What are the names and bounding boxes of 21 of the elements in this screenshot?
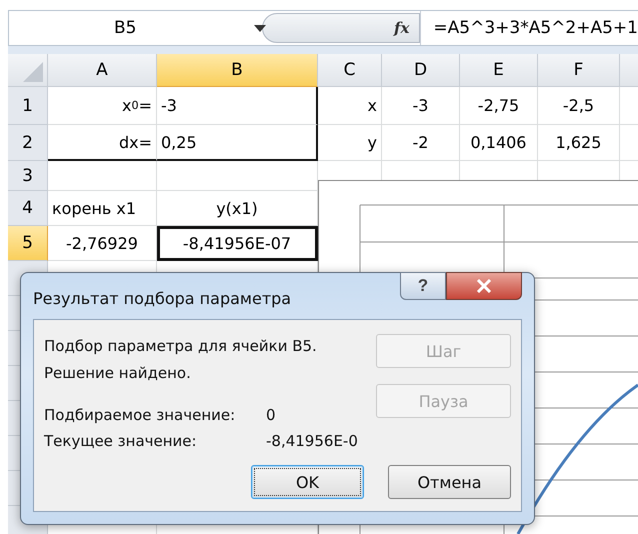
table-cell: -2 — [382, 125, 460, 161]
table-cell: -3 — [382, 87, 460, 125]
field-label: Подбираемое значение: — [44, 406, 236, 424]
message-text: Подбор параметра для ячейки B5. — [44, 336, 318, 357]
table-cell: 0,25 — [157, 125, 318, 161]
table-cell: dx= — [48, 125, 157, 161]
table-cell: корень x1 — [48, 191, 157, 226]
table-cell: -3 — [157, 87, 318, 125]
field-value: 0 — [266, 406, 276, 424]
field-label: Текущее значение: — [44, 432, 198, 450]
dialog-title: Результат подбора параметра — [33, 289, 292, 310]
table-cell: -2,75 — [460, 87, 538, 125]
table-cell: -8,41956E-07 — [157, 226, 318, 261]
table-cell: 0,1406 — [460, 125, 538, 161]
message-text: Решение найдено. — [44, 363, 192, 384]
field-value: -8,41956E-0 — [266, 432, 358, 450]
table-cell: 1,625 — [538, 125, 620, 161]
table-cell: -2,5 — [538, 87, 620, 125]
table-cell: y — [318, 125, 382, 161]
table-cell: -2,76929 — [48, 226, 157, 261]
table-cell: x — [318, 87, 382, 125]
